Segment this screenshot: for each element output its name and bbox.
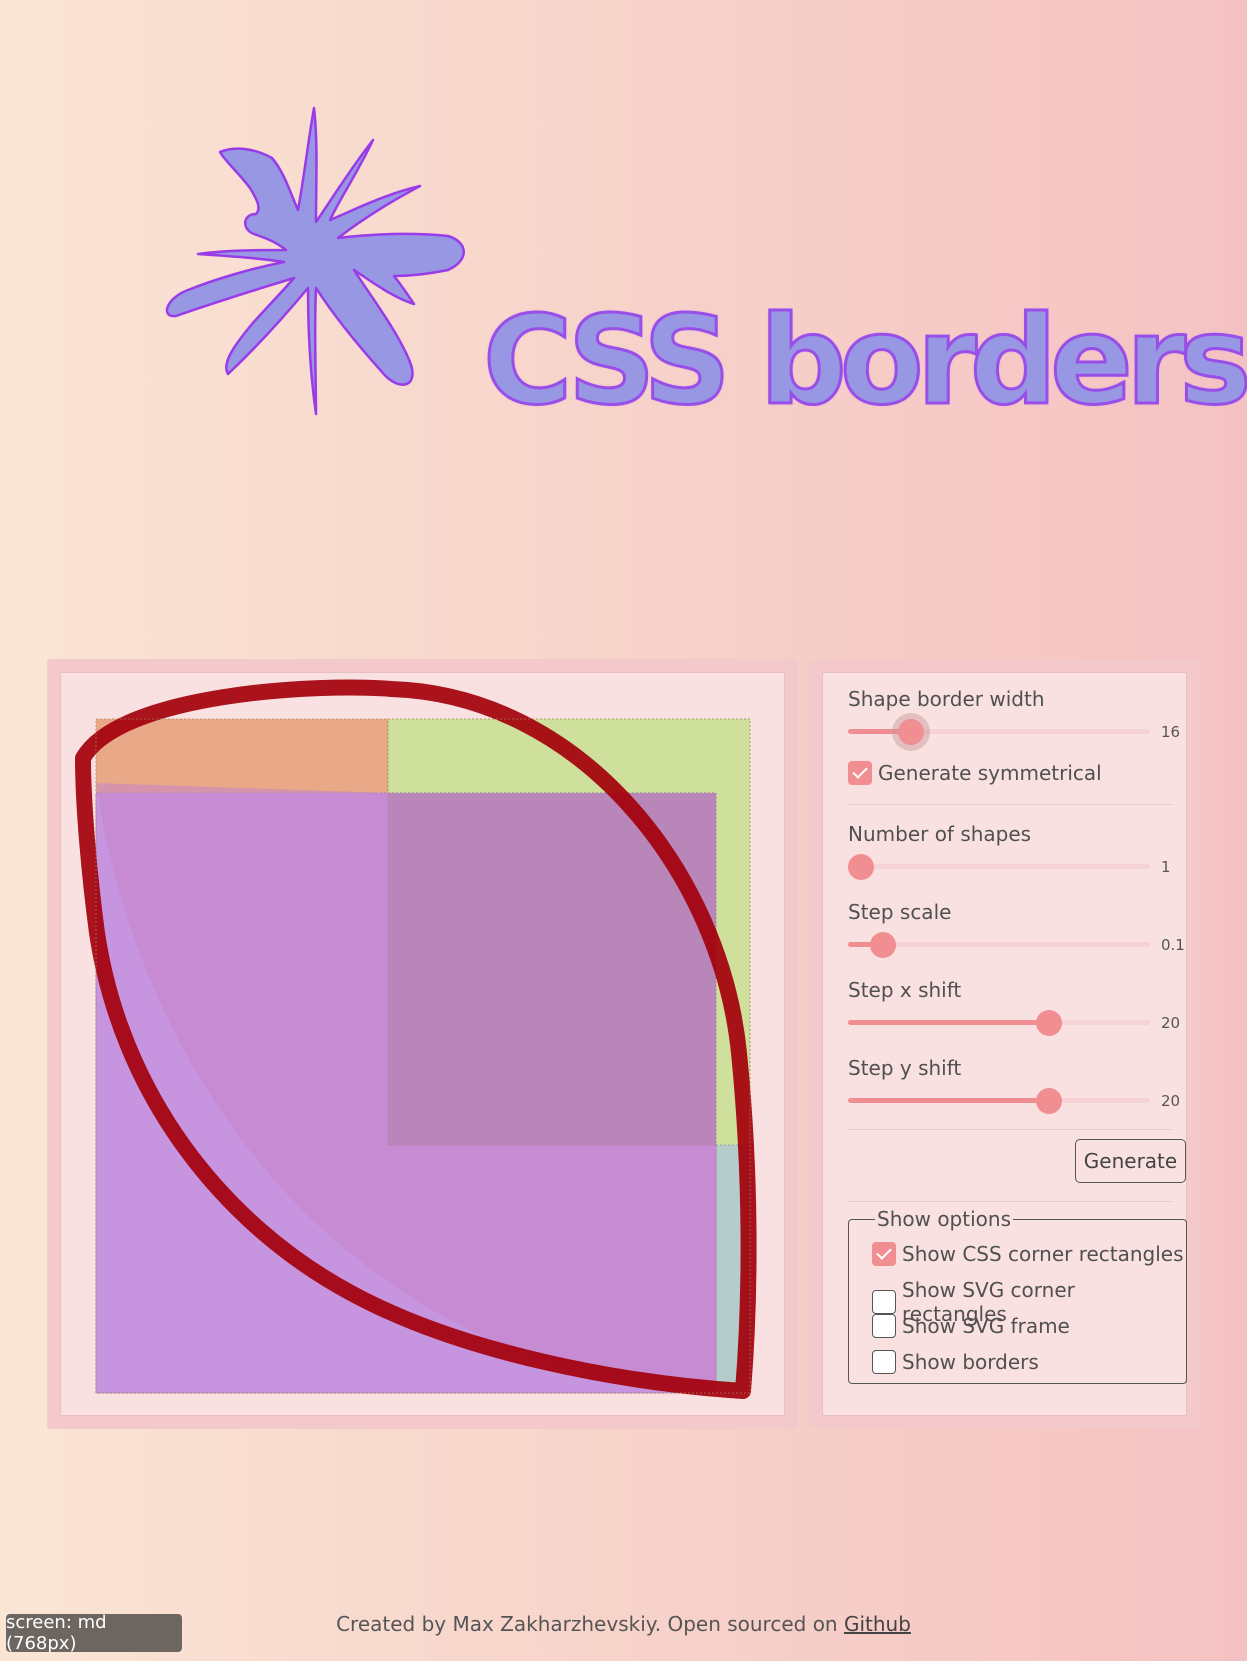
symmetrical-label: Generate symmetrical — [878, 761, 1102, 785]
border-width-value: 16 — [1161, 723, 1181, 741]
num-shapes-value: 1 — [1161, 858, 1171, 876]
show-borders-label: Show borders — [902, 1350, 1039, 1374]
corner-rect-top-left — [95, 718, 389, 794]
border-width-slider[interactable] — [848, 717, 1150, 747]
show-borders-row[interactable]: Show borders — [872, 1350, 1039, 1374]
step-x-label: Step x shift — [848, 978, 962, 1002]
show-svg-frame-checkbox[interactable] — [872, 1314, 896, 1338]
slider-fill — [848, 1020, 1049, 1025]
controls-inner: Shape border width 16 Generate symmetric… — [822, 672, 1187, 1416]
preview-panel — [47, 659, 798, 1429]
border-width-label: Shape border width — [848, 687, 1045, 711]
page-title: CSS borders — [482, 290, 1247, 432]
step-x-value: 20 — [1161, 1014, 1181, 1032]
slider-thumb[interactable] — [848, 854, 874, 880]
footer: Created by Max Zakharzhevskiy. Open sour… — [0, 1612, 1247, 1636]
show-options-legend: Show options — [877, 1207, 1011, 1231]
page-header: CSS borders — [0, 0, 1247, 440]
step-x-slider[interactable] — [848, 1008, 1150, 1038]
github-link[interactable]: Github — [844, 1612, 911, 1636]
slider-thumb[interactable] — [1035, 1010, 1062, 1036]
show-svg-frame-row[interactable]: Show SVG frame — [872, 1314, 1070, 1338]
step-y-slider[interactable] — [848, 1086, 1150, 1116]
slider-track — [848, 864, 1150, 869]
slider-thumb[interactable] — [870, 932, 897, 958]
num-shapes-slider[interactable] — [848, 852, 1150, 882]
slider-thumb[interactable] — [897, 719, 924, 745]
screen-size-badge: screen: md (768px) — [6, 1612, 182, 1654]
step-scale-value: 0.1 — [1161, 936, 1185, 954]
footer-text: Created by Max Zakharzhevskiy. Open sour… — [336, 1612, 844, 1636]
slider-fill — [848, 1098, 1049, 1103]
show-css-corner-rects-label: Show CSS corner rectangles — [902, 1242, 1184, 1266]
symmetrical-checkbox[interactable] — [848, 761, 872, 785]
star-blob-logo-icon — [165, 106, 465, 416]
num-shapes-label: Number of shapes — [848, 822, 1032, 846]
show-svg-corner-rects-checkbox[interactable] — [872, 1290, 896, 1314]
generate-button[interactable]: Generate — [1075, 1139, 1186, 1183]
step-y-label: Step y shift — [848, 1056, 962, 1080]
divider — [848, 804, 1173, 805]
symmetrical-checkbox-row[interactable]: Generate symmetrical — [848, 761, 1102, 785]
divider — [848, 1201, 1173, 1202]
step-scale-slider[interactable] — [848, 930, 1150, 960]
controls-panel: Shape border width 16 Generate symmetric… — [809, 659, 1200, 1429]
step-scale-label: Step scale — [848, 900, 952, 924]
show-borders-checkbox[interactable] — [872, 1350, 896, 1374]
preview-canvas — [60, 672, 785, 1416]
show-css-corner-rects-row[interactable]: Show CSS corner rectangles — [872, 1242, 1184, 1266]
show-css-corner-rects-checkbox[interactable] — [872, 1242, 896, 1266]
divider — [848, 1129, 1173, 1130]
show-svg-frame-label: Show SVG frame — [902, 1314, 1070, 1338]
step-y-value: 20 — [1161, 1092, 1181, 1110]
slider-thumb[interactable] — [1035, 1088, 1062, 1114]
shape-preview-svg — [75, 679, 757, 1399]
